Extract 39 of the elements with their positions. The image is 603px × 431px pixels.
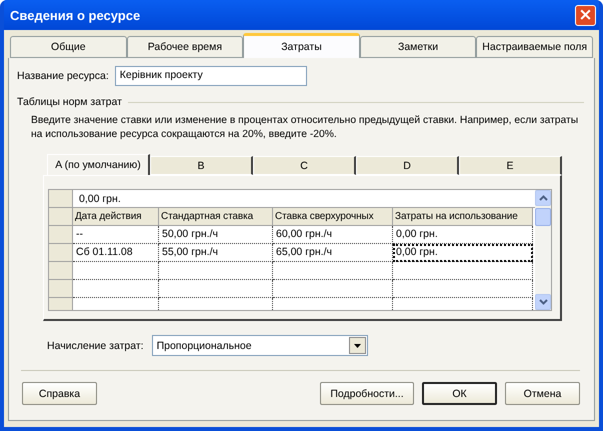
dialog-button[interactable]: Отмена xyxy=(505,382,580,405)
tab[interactable]: Общие xyxy=(10,36,127,58)
table-cell[interactable]: 60,00 грн./ч xyxy=(273,226,393,244)
resource-name-field[interactable]: Керівник проекту xyxy=(114,66,307,86)
rate-table-tab[interactable]: C xyxy=(253,156,356,175)
dropdown-caret-icon xyxy=(354,344,361,348)
scrollbar[interactable] xyxy=(535,190,551,310)
table-cell[interactable]: 0,00 грн. xyxy=(393,226,533,244)
rate-table-tab[interactable]: B xyxy=(150,156,253,175)
table-cell[interactable]: -- xyxy=(73,226,159,244)
column-header: Ставка сверхурочных xyxy=(273,208,393,226)
group-title: Таблицы норм затрат xyxy=(17,96,122,108)
column-header: Стандартная ставка xyxy=(159,208,273,226)
rate-table-tab[interactable]: D xyxy=(356,156,459,175)
scroll-down-icon[interactable] xyxy=(535,294,551,310)
dialog-button[interactable]: Подробности... xyxy=(320,382,414,405)
description-text: Введите значение ставки или изменение в процентах относительно предыдущей ставки. Например, если затраты на использование ресурса сокращаются на 20%, введите -20%. xyxy=(31,114,580,142)
dialog-button[interactable]: ОК xyxy=(422,382,497,405)
table-cell[interactable]: 50,00 грн./ч xyxy=(159,226,273,244)
scroll-up-icon[interactable] xyxy=(535,190,551,206)
tab[interactable]: Настраиваемые поля xyxy=(476,36,593,58)
row-header[interactable] xyxy=(49,244,73,262)
dialog-button[interactable]: Справка xyxy=(22,382,97,405)
tab[interactable]: Заметки xyxy=(360,36,476,58)
tab[interactable]: Затраты xyxy=(243,33,360,58)
column-header: Дата действия xyxy=(73,208,159,226)
rate-table-tab[interactable]: A (по умолчанию) xyxy=(47,154,150,175)
table-cell[interactable]: 0,00 грн. xyxy=(393,244,533,262)
row-header[interactable] xyxy=(49,226,73,244)
field-label: Начисление затрат: xyxy=(47,340,144,352)
empty-table-rows[interactable] xyxy=(49,262,535,310)
column-header: Затраты на использование xyxy=(393,208,533,226)
field-label: Название ресурса: xyxy=(17,70,109,82)
accrual-dropdown[interactable]: Пропорциональное xyxy=(152,335,368,356)
window-title: Сведения о ресурсе xyxy=(10,8,140,22)
tab[interactable]: Рабочее время xyxy=(126,36,244,58)
scroll-thumb[interactable] xyxy=(535,208,551,226)
close-button[interactable]: × xyxy=(575,4,596,26)
rate-table-tab[interactable]: E xyxy=(459,156,562,175)
